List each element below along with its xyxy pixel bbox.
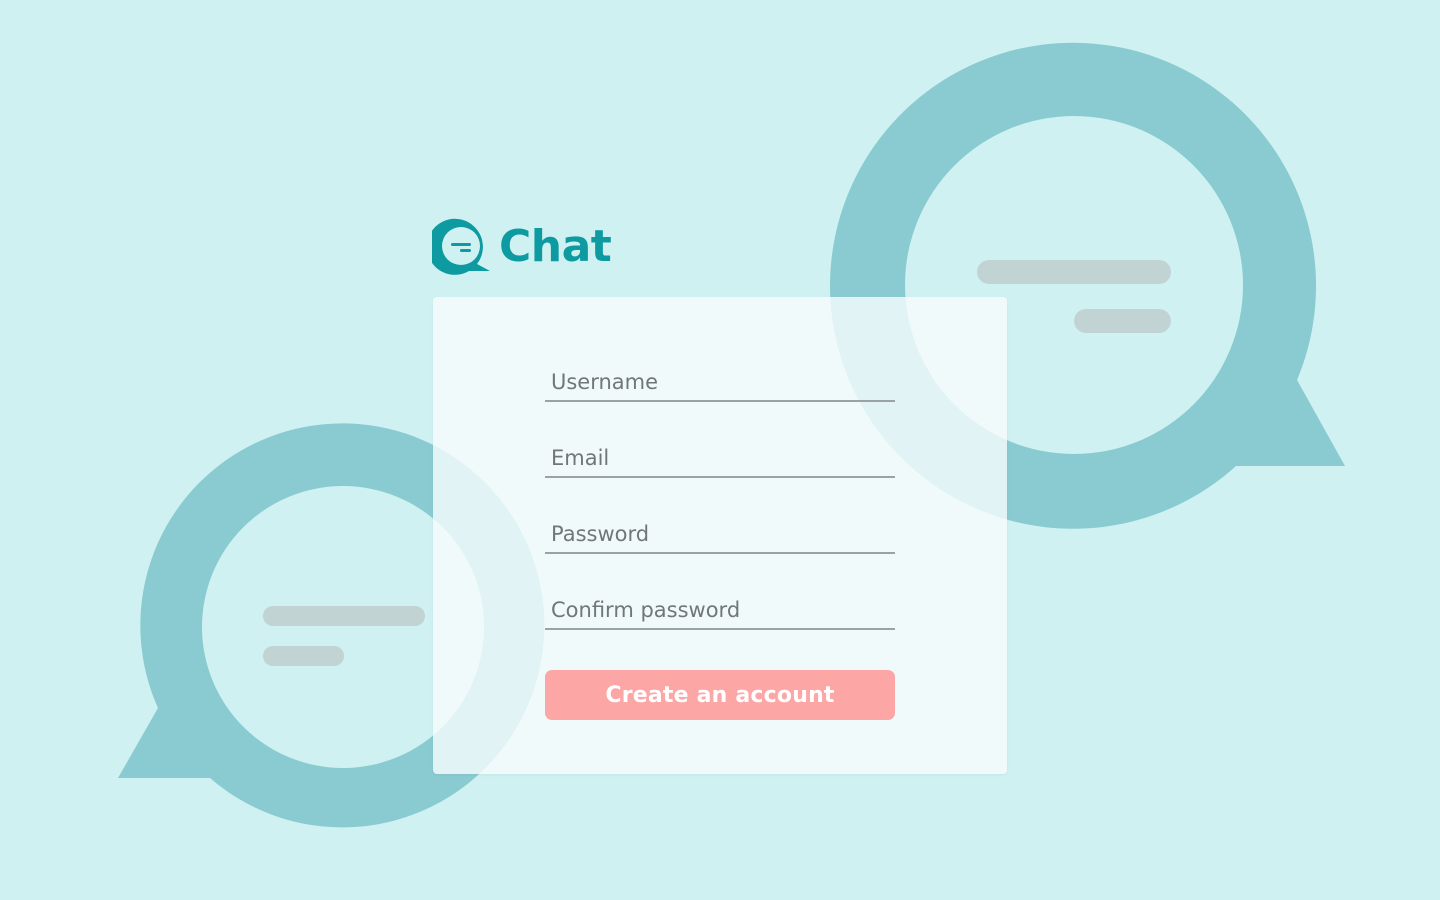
right-bubble-line-long [977,260,1171,284]
left-bubble-line-long [263,606,425,626]
right-bubble-line-short [1074,309,1171,333]
confirm-password-field [545,588,895,630]
password-input[interactable] [545,522,891,546]
signup-card: Create an account [433,297,1007,774]
password-field [545,512,895,554]
app-logo: Chat [432,218,612,276]
email-field [545,436,895,478]
create-account-button[interactable]: Create an account [545,670,895,720]
confirm-password-input[interactable] [545,598,891,622]
username-field [545,360,895,402]
email-input[interactable] [545,446,891,470]
chat-bubble-icon [432,218,490,275]
left-bubble-line-short [263,646,344,666]
username-input[interactable] [545,370,891,394]
app-name: Chat [499,221,612,272]
